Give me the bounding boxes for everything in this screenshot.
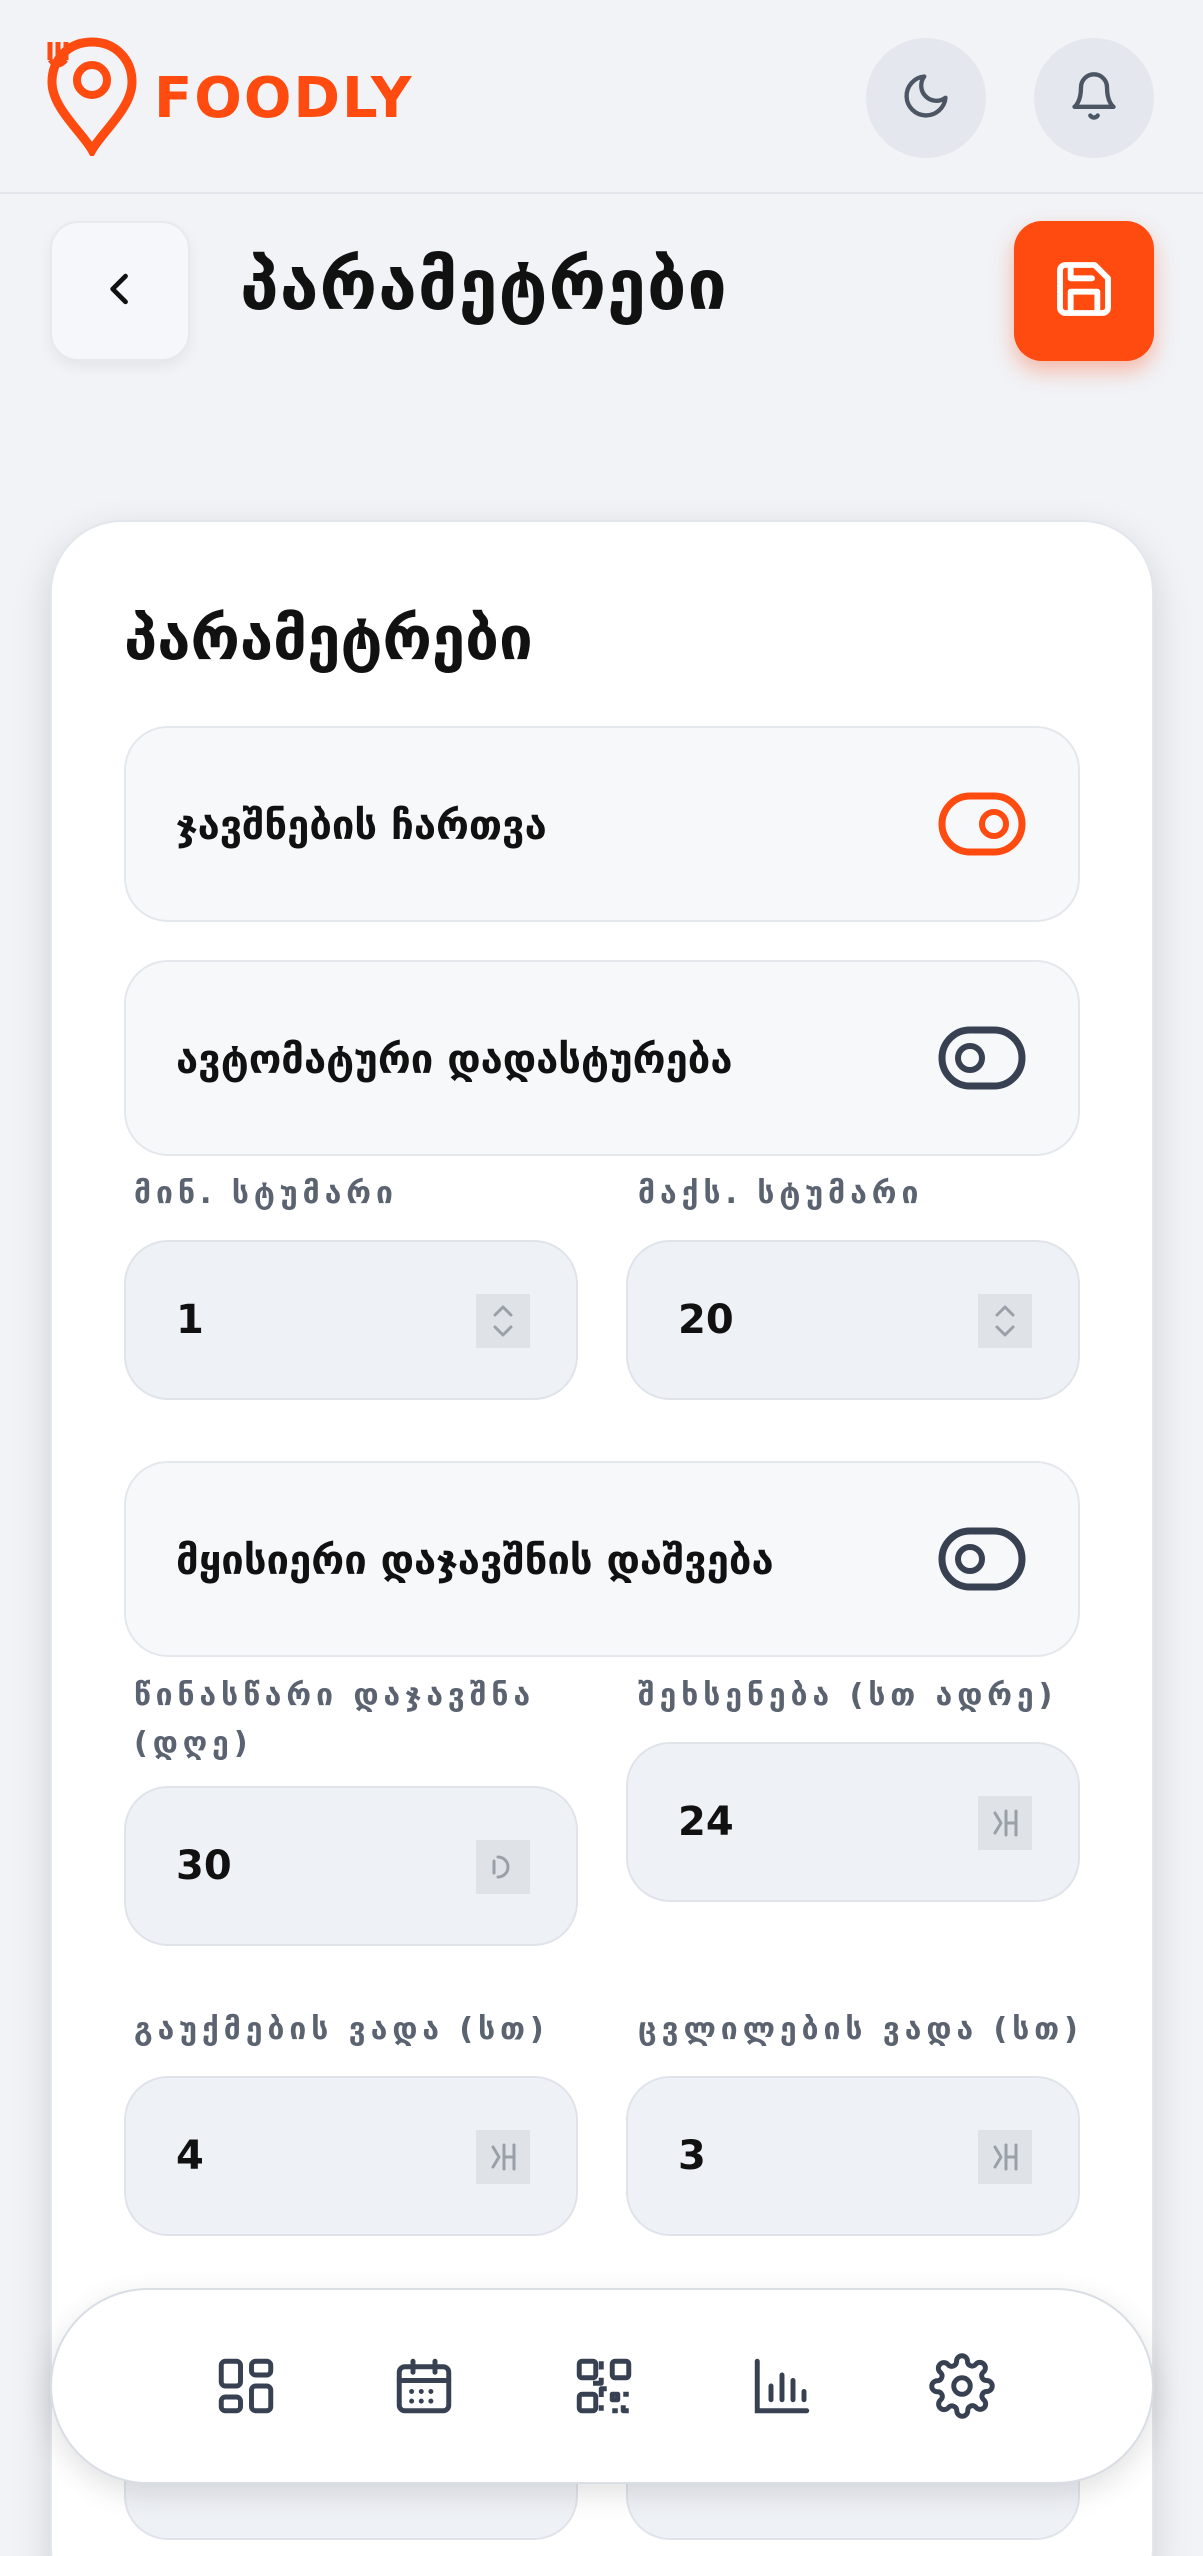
reminder-value: 24 xyxy=(678,1799,734,1845)
nav-settings[interactable] xyxy=(912,2338,1012,2438)
cancel-deadline-input[interactable]: 4 xyxy=(124,2076,578,2236)
calendar-icon xyxy=(391,2353,457,2423)
change-deadline-label: ცვლილების ვადა (სთ) xyxy=(638,2012,1083,2047)
toggle-label: ავტომატური დადასტურება xyxy=(176,1037,733,1083)
gear-icon xyxy=(929,2353,995,2423)
save-button[interactable] xyxy=(1014,221,1154,361)
cancel-deadline-label: გაუქმების ვადა (სთ) xyxy=(134,2012,549,2047)
toggle-row-instant-booking[interactable]: მყისიერი დაჯავშნის დაშვება xyxy=(124,1461,1080,1657)
toggle-row-enable-bookings[interactable]: ჯავშნების ჩართვა xyxy=(124,726,1080,922)
advance-booking-value: 30 xyxy=(176,1843,232,1889)
nav-analytics[interactable] xyxy=(732,2338,832,2438)
back-button[interactable] xyxy=(50,221,190,361)
theme-toggle-button[interactable] xyxy=(866,38,986,158)
stepper-icon[interactable] xyxy=(476,1294,530,1348)
brand-name: FOODLY xyxy=(154,65,414,131)
min-guests-label: მინ. სტუმარი xyxy=(134,1176,398,1211)
change-deadline-input[interactable]: 3 xyxy=(626,2076,1080,2236)
brand-logo[interactable]: FOODLY xyxy=(46,36,413,160)
toggle-row-auto-confirm[interactable]: ავტომატური დადასტურება xyxy=(124,960,1080,1156)
advance-booking-input[interactable]: 30 xyxy=(124,1786,578,1946)
hidden-input-right[interactable] xyxy=(626,2480,1080,2540)
nav-calendar[interactable] xyxy=(374,2338,474,2438)
advance-booking-label: წინასწარი დაჯავშნა (დღე) xyxy=(134,1678,536,1761)
reminder-input[interactable]: 24 xyxy=(626,1742,1080,1902)
max-guests-value: 20 xyxy=(678,1297,734,1343)
bar-chart-icon xyxy=(749,2353,815,2423)
top-bar: FOODLY xyxy=(0,0,1203,194)
toggle-label: ჯავშნების ჩართვა xyxy=(176,803,547,849)
settings-card-title: პარამეტრები xyxy=(124,604,533,674)
save-icon xyxy=(1052,257,1116,325)
min-guests-input[interactable]: 1 xyxy=(124,1240,578,1400)
notifications-button[interactable] xyxy=(1034,38,1154,158)
qr-code-icon xyxy=(571,2353,637,2423)
dashboard-grid-icon xyxy=(213,2353,279,2423)
max-guests-input[interactable]: 20 xyxy=(626,1240,1080,1400)
stepper-icon[interactable] xyxy=(978,1796,1032,1850)
toggle-label: მყისიერი დაჯავშნის დაშვება xyxy=(176,1538,774,1584)
bottom-navigation xyxy=(50,2288,1154,2484)
bell-icon xyxy=(1068,70,1120,126)
reminder-label: შეხსენება (სთ ადრე) xyxy=(638,1678,1058,1713)
moon-icon xyxy=(900,70,952,126)
hidden-input-left[interactable] xyxy=(124,2480,578,2540)
cancel-deadline-value: 4 xyxy=(176,2133,204,2179)
stepper-icon[interactable] xyxy=(476,2130,530,2184)
toggle-on-icon[interactable] xyxy=(938,792,1026,856)
toggle-off-icon[interactable] xyxy=(938,1527,1026,1591)
min-guests-value: 1 xyxy=(176,1297,204,1343)
stepper-icon[interactable] xyxy=(978,1294,1032,1348)
location-pin-logo-icon xyxy=(46,36,138,160)
stepper-icon[interactable] xyxy=(978,2130,1032,2184)
stepper-icon[interactable] xyxy=(476,1840,530,1894)
max-guests-label: მაქს. სტუმარი xyxy=(638,1176,924,1211)
chevron-left-icon xyxy=(98,267,142,315)
nav-qr[interactable] xyxy=(554,2338,654,2438)
change-deadline-value: 3 xyxy=(678,2133,706,2179)
nav-dashboard[interactable] xyxy=(196,2338,296,2438)
page-title: პარამეტრები xyxy=(240,244,728,326)
toggle-off-icon[interactable] xyxy=(938,1026,1026,1090)
